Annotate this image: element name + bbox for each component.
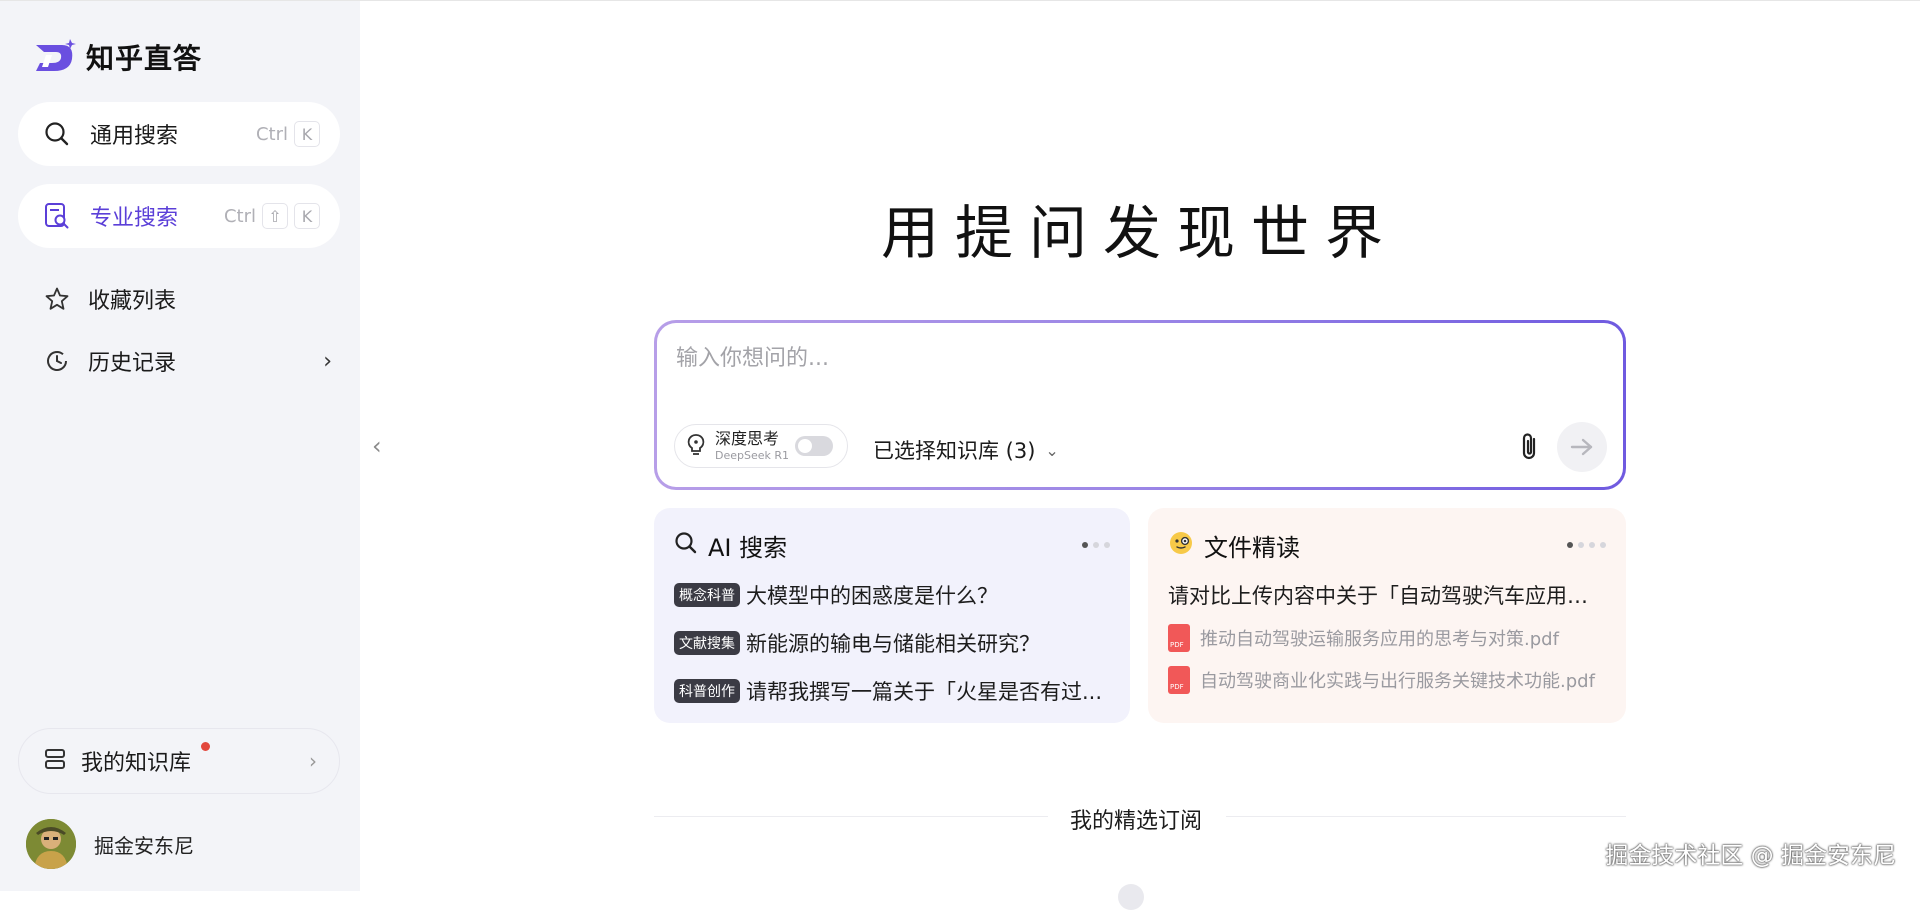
- suggestion-tag: 概念科普: [674, 583, 740, 607]
- suggestion-text: 新能源的输电与储能相关研究？: [746, 632, 1040, 656]
- brand-name: 知乎直答: [86, 42, 203, 75]
- monocle-face-icon: [1168, 530, 1194, 560]
- chevron-right-icon: ›: [309, 749, 317, 773]
- suggestion-item[interactable]: 科普创作 请帮我撰写一篇关于「火星是否有过...: [674, 676, 1110, 706]
- notification-dot: [201, 742, 210, 751]
- question-input[interactable]: [674, 345, 1578, 372]
- search-icon: [42, 119, 72, 149]
- ai-search-card[interactable]: AI 搜索 概念科普 大模型中的困惑度是什么？ 文献搜集 新能源的输电与储能相关…: [654, 508, 1130, 723]
- knowledge-base-selector[interactable]: 已选择知识库 (3) ⌄: [873, 435, 1059, 465]
- knowledge-base-text: 我的知识库: [81, 751, 192, 776]
- pdf-icon: [1168, 624, 1190, 652]
- file-name: 推动自动驾驶运输服务应用的思考与对策.pdf: [1200, 629, 1559, 650]
- deep-think-switch[interactable]: [795, 436, 834, 456]
- carousel-dots[interactable]: [1567, 542, 1606, 548]
- shortcut-key: K: [294, 203, 320, 229]
- general-search-button[interactable]: 通用搜索 Ctrl K: [18, 102, 340, 166]
- card-header: 文件精读: [1168, 528, 1606, 562]
- favorites-label: 收藏列表: [88, 289, 177, 314]
- subscriptions-title: 我的精选订阅: [1070, 809, 1203, 834]
- database-icon: [43, 747, 67, 775]
- history-label: 历史记录: [88, 351, 177, 376]
- pdf-icon: [1168, 666, 1190, 694]
- chevron-right-icon: ›: [323, 348, 332, 374]
- doc-question: 请对比上传内容中关于「自动驾驶汽车应用障...: [1168, 584, 1606, 608]
- user-profile[interactable]: 掘金安东尼: [26, 819, 194, 869]
- collapse-sidebar-button[interactable]: ‹: [372, 432, 382, 460]
- doc-reading-card[interactable]: 文件精读 请对比上传内容中关于「自动驾驶汽车应用障... 推动自动驾驶运输服务应…: [1148, 508, 1626, 723]
- suggestion-item[interactable]: 文献搜集 新能源的输电与储能相关研究？: [674, 628, 1110, 658]
- knowledge-base-label: 我的知识库: [81, 742, 309, 777]
- card-header: AI 搜索: [674, 528, 1110, 562]
- shortcut-shift: ⇧: [262, 203, 288, 229]
- shortcut-hint: Ctrl K: [256, 121, 320, 147]
- knowledge-base-selector-label: 已选择知识库 (3): [873, 439, 1036, 463]
- deep-think-title: 深度思考: [715, 429, 780, 448]
- suggestion-tag: 文献搜集: [674, 631, 740, 655]
- knowledge-base-button[interactable]: 我的知识库 ›: [18, 728, 340, 794]
- file-item[interactable]: 推动自动驾驶运输服务应用的思考与对策.pdf: [1168, 624, 1606, 652]
- deep-think-model: DeepSeek R1: [715, 449, 790, 462]
- shortcut-key: K: [294, 121, 320, 147]
- divider-right: [1226, 816, 1626, 817]
- carousel-dots[interactable]: [1082, 542, 1110, 548]
- file-item[interactable]: 自动驾驶商业化实践与出行服务关键技术功能.pdf: [1168, 666, 1606, 694]
- chevron-down-icon: ⌄: [1045, 440, 1059, 460]
- watermark: 掘金技术社区 @ 掘金安东尼: [1605, 843, 1896, 869]
- search-icon: [674, 531, 698, 559]
- card-title: 文件精读: [1204, 533, 1300, 562]
- pro-search-label: 专业搜索: [90, 206, 179, 231]
- sidebar: 知乎直答 通用搜索 Ctrl K 专业搜索 Ctrl ⇧ K 收藏列表 历史记录…: [0, 1, 360, 891]
- doc-search-icon: [42, 201, 72, 231]
- shortcut-hint: Ctrl ⇧ K: [224, 203, 320, 229]
- divider-left: [654, 816, 1048, 817]
- general-search-label: 通用搜索: [90, 124, 179, 149]
- star-icon: [42, 284, 72, 314]
- file-name: 自动驾驶商业化实践与出行服务关键技术功能.pdf: [1200, 671, 1595, 692]
- shortcut-ctrl: Ctrl: [255, 123, 288, 145]
- arrow-right-icon: [1570, 438, 1593, 456]
- logo-icon: [36, 39, 76, 71]
- sidebar-item-history[interactable]: 历史记录 ›: [42, 345, 332, 377]
- card-title: AI 搜索: [708, 533, 788, 562]
- lightbulb-icon: [685, 432, 707, 460]
- ask-box-inner: 深度思考 DeepSeek R1 已选择知识库 (3) ⌄: [657, 323, 1623, 487]
- deep-think-toggle[interactable]: 深度思考 DeepSeek R1: [674, 424, 848, 468]
- suggestion-text: 请帮我撰写一篇关于「火星是否有过...: [746, 680, 1103, 704]
- send-button[interactable]: [1557, 422, 1607, 472]
- loading-indicator: [1118, 884, 1144, 910]
- deep-think-text: 深度思考 DeepSeek R1: [715, 429, 790, 462]
- ask-box: 深度思考 DeepSeek R1 已选择知识库 (3) ⌄: [654, 320, 1626, 490]
- suggestion-tag: 科普创作: [674, 679, 740, 703]
- brand[interactable]: 知乎直答: [32, 37, 202, 77]
- shortcut-ctrl: Ctrl: [223, 205, 256, 227]
- suggestion-text: 大模型中的困惑度是什么？: [746, 584, 998, 608]
- user-name: 掘金安东尼: [94, 833, 194, 858]
- avatar[interactable]: [26, 819, 76, 869]
- page-title: 用提问发现世界: [880, 199, 1399, 267]
- suggestion-item[interactable]: 概念科普 大模型中的困惑度是什么？: [674, 580, 1110, 610]
- pro-search-button[interactable]: 专业搜索 Ctrl ⇧ K: [18, 184, 340, 248]
- sidebar-item-favorites[interactable]: 收藏列表: [42, 283, 332, 315]
- history-clock-icon: [42, 346, 72, 376]
- attach-icon[interactable]: [1515, 431, 1545, 463]
